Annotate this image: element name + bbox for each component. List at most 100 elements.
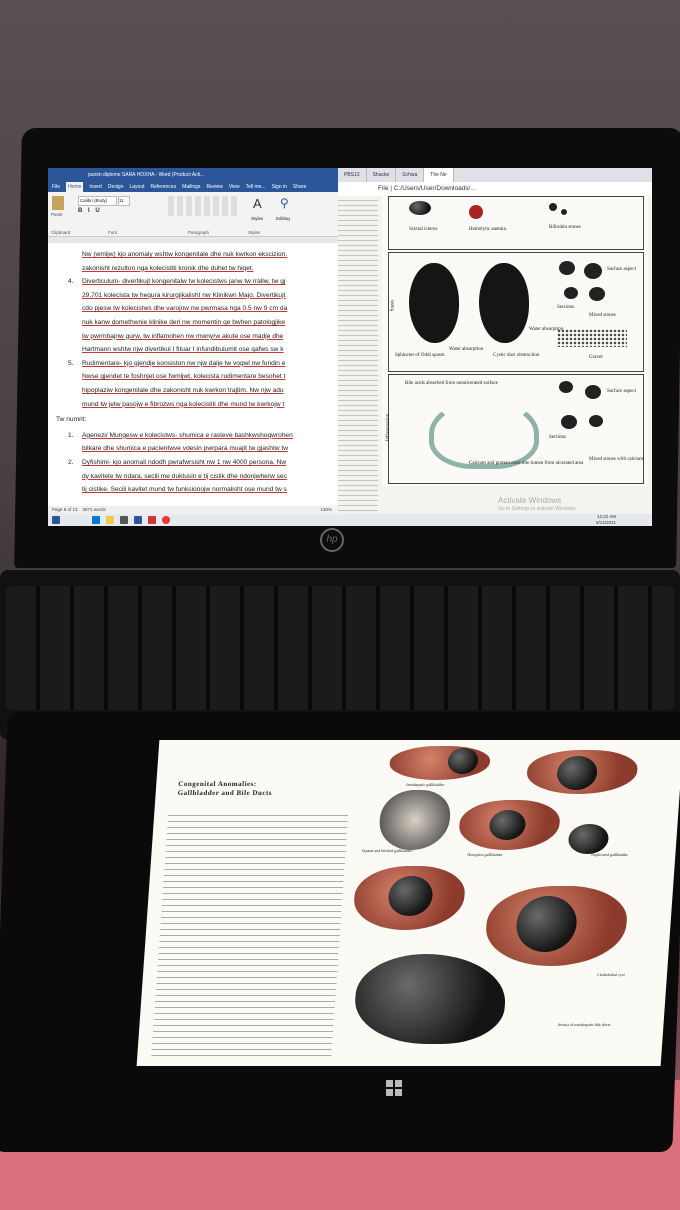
styles-label[interactable]: Styles — [251, 216, 263, 221]
caption: Septate and bilobed gallbladder — [361, 848, 413, 853]
tab-insert[interactable]: Insert — [89, 182, 102, 192]
doc-line: bilkare dhe shumica e pacientwve vdesin … — [82, 445, 288, 453]
tab-view[interactable]: View — [229, 182, 240, 192]
browser-tab[interactable]: Shacke — [367, 168, 397, 182]
caption: Duplicated gallbladder — [591, 852, 629, 857]
label-inflammation: Inflammation — [386, 413, 392, 442]
word-document-body[interactable]: Nw (wmijw) kjo anomaly wshtw kongenitale… — [48, 244, 338, 510]
word-title-bar: punim diplome SARA HOXHA - Word (Product… — [48, 168, 338, 182]
font-size-box[interactable]: 11 — [118, 196, 130, 206]
clock[interactable]: 12:22 AM 5/14/2021 — [596, 514, 616, 526]
sign-in-link[interactable]: Sign in — [272, 182, 287, 192]
inflamed-gallbladder-illustration — [429, 399, 539, 469]
doc-line: dy kavitete tw ndara, secili me duktusin… — [82, 472, 287, 480]
label-sections2: Sections — [549, 435, 566, 440]
store-icon[interactable] — [120, 516, 128, 524]
figure-panel-stasis: Stasis Surface aspect Sections Mixed sto… — [388, 252, 644, 372]
caption: Hourglass gallbladder — [467, 852, 503, 857]
edge-icon[interactable] — [92, 516, 100, 524]
eye-illustration — [409, 201, 431, 215]
figure-panel-hepatic: Scleral icterus Hemolytic anemia Bilirub… — [388, 196, 644, 250]
word-count[interactable]: 3871 words — [83, 507, 106, 512]
doc-heading: Tw numrit: — [56, 416, 87, 424]
label-stasis: Stasis — [390, 299, 396, 312]
doc-line: Hartmann wshtw njw divertikul I fituar I… — [82, 346, 284, 354]
pdf-taskbar-icon[interactable] — [148, 516, 156, 524]
gallbladder-illustration — [409, 263, 459, 343]
stone-icon — [584, 263, 602, 279]
address-bar[interactable]: File | C:/Users/User/Downloads/... — [338, 182, 652, 197]
label-sphincter: Sphincter of Oddi spasm — [395, 353, 445, 358]
doc-line: zakonisht rezulton nga kolecistiti kroni… — [82, 264, 254, 272]
tablet-page-heading: Congenital Anomalies: Gallbladder and Bi… — [177, 780, 273, 798]
font-format-icons[interactable]: B I U — [78, 208, 138, 216]
zoom-level[interactable]: 130% — [320, 506, 332, 514]
editing-label[interactable]: Editing — [276, 216, 290, 221]
pdf-page: Scleral icterus Hemolytic anemia Bilirub… — [338, 196, 652, 514]
styles-icon[interactable]: A — [253, 196, 262, 211]
share-button[interactable]: Share — [293, 182, 306, 192]
browser-tab-active[interactable]: The Ne — [424, 168, 454, 182]
label-cystic: Cystic duct obstruction — [493, 353, 540, 358]
tab-home[interactable]: Home — [66, 182, 84, 192]
clock-date: 5/14/2021 — [595, 520, 616, 525]
doc-line: 1. Agenezi/ Mungesw e kolecistws- shumica… — [68, 431, 293, 439]
doc-line: Nwse gjendet te foshnjet ose fwmijwt, ko… — [82, 373, 286, 381]
label-scleral: Scleral icterus — [409, 227, 438, 232]
doc-line: cdo pjesw tw kolecistws dhe varojnw nw p… — [82, 305, 288, 313]
browser-tab[interactable]: Schwa — [396, 168, 425, 182]
gravel-illustration — [557, 329, 627, 347]
font-name-box[interactable]: Calibri (Body) — [78, 196, 117, 206]
chrome-icon[interactable] — [162, 516, 170, 524]
paste-icon[interactable] — [52, 196, 64, 210]
word-taskbar-icon[interactable] — [134, 516, 142, 524]
word-window: punim diplome SARA HOXHA - Word (Product… — [48, 168, 338, 526]
word-ribbon-tabs: File Home Insert Design Layout Reference… — [48, 182, 338, 192]
atresia-illustration — [352, 954, 509, 1044]
tab-mailings[interactable]: Mailings — [182, 182, 200, 192]
gallbladder-illustration — [479, 263, 529, 343]
tab-review[interactable]: Review — [206, 182, 222, 192]
paragraph-icons[interactable] — [168, 196, 238, 216]
word-status-bar: Page 8 of 13 3871 words 130% — [48, 506, 338, 514]
editing-icon[interactable]: ⚲ — [280, 196, 289, 210]
label-hemolytic: Hemolytic anemia — [469, 227, 506, 232]
tab-references[interactable]: References — [151, 182, 177, 192]
label-surface: Surface aspect — [607, 267, 637, 272]
stone-icon — [559, 381, 573, 393]
activate-windows-title: Activate Windows — [498, 496, 562, 505]
browser-tab[interactable]: PBS13 — [338, 168, 367, 182]
windows-logo-button[interactable] — [386, 1080, 402, 1096]
tab-design[interactable]: Design — [108, 182, 124, 192]
browser-tab-strip: PBS13 Shacke Schwa The Ne — [338, 168, 652, 182]
caption: Choledochal cyst — [596, 972, 625, 977]
label-bilirubin: Bilirubin stones — [549, 225, 581, 230]
pdf-text-column — [338, 196, 378, 514]
stone-icon — [589, 287, 605, 301]
tab-file[interactable]: File — [52, 182, 60, 192]
doc-line: tij cistike. Secili kavitet mund tw funk… — [82, 486, 287, 494]
laptop-keys — [6, 586, 674, 710]
stone-icon — [561, 209, 567, 215]
windows-taskbar: 12:22 AM 5/14/2021 — [48, 514, 652, 526]
label-water1: Water absorption — [449, 347, 484, 352]
stone-icon — [564, 287, 578, 299]
blood-cell-illustration — [469, 205, 483, 219]
group-clipboard: Clipboard — [51, 230, 71, 235]
tab-layout[interactable]: Layout — [130, 182, 145, 192]
page-count[interactable]: Page 8 of 13 — [52, 507, 78, 512]
laptop-screen: punim diplome SARA HOXHA - Word (Product… — [48, 168, 652, 526]
hourglass-gallbladder-illustration — [567, 824, 610, 854]
label-mixed: Mixed stones — [589, 313, 616, 318]
label-mixedcalcium: Mixed stones with calcium — [589, 457, 644, 462]
gallstone-figure: Scleral icterus Hemolytic anemia Bilirub… — [382, 196, 648, 486]
label-surface2: Surface aspect — [607, 389, 637, 394]
heading-line-2: Gallbladder and Bile Ducts — [177, 789, 273, 797]
start-icon[interactable] — [52, 516, 60, 524]
tell-me-search[interactable]: Tell me... — [246, 182, 266, 192]
folder-icon[interactable] — [106, 516, 114, 524]
septate-gallbladder-illustration — [377, 790, 452, 850]
stone-icon — [561, 415, 577, 429]
tablet-body-text — [151, 810, 349, 1060]
stone-icon — [585, 385, 601, 399]
